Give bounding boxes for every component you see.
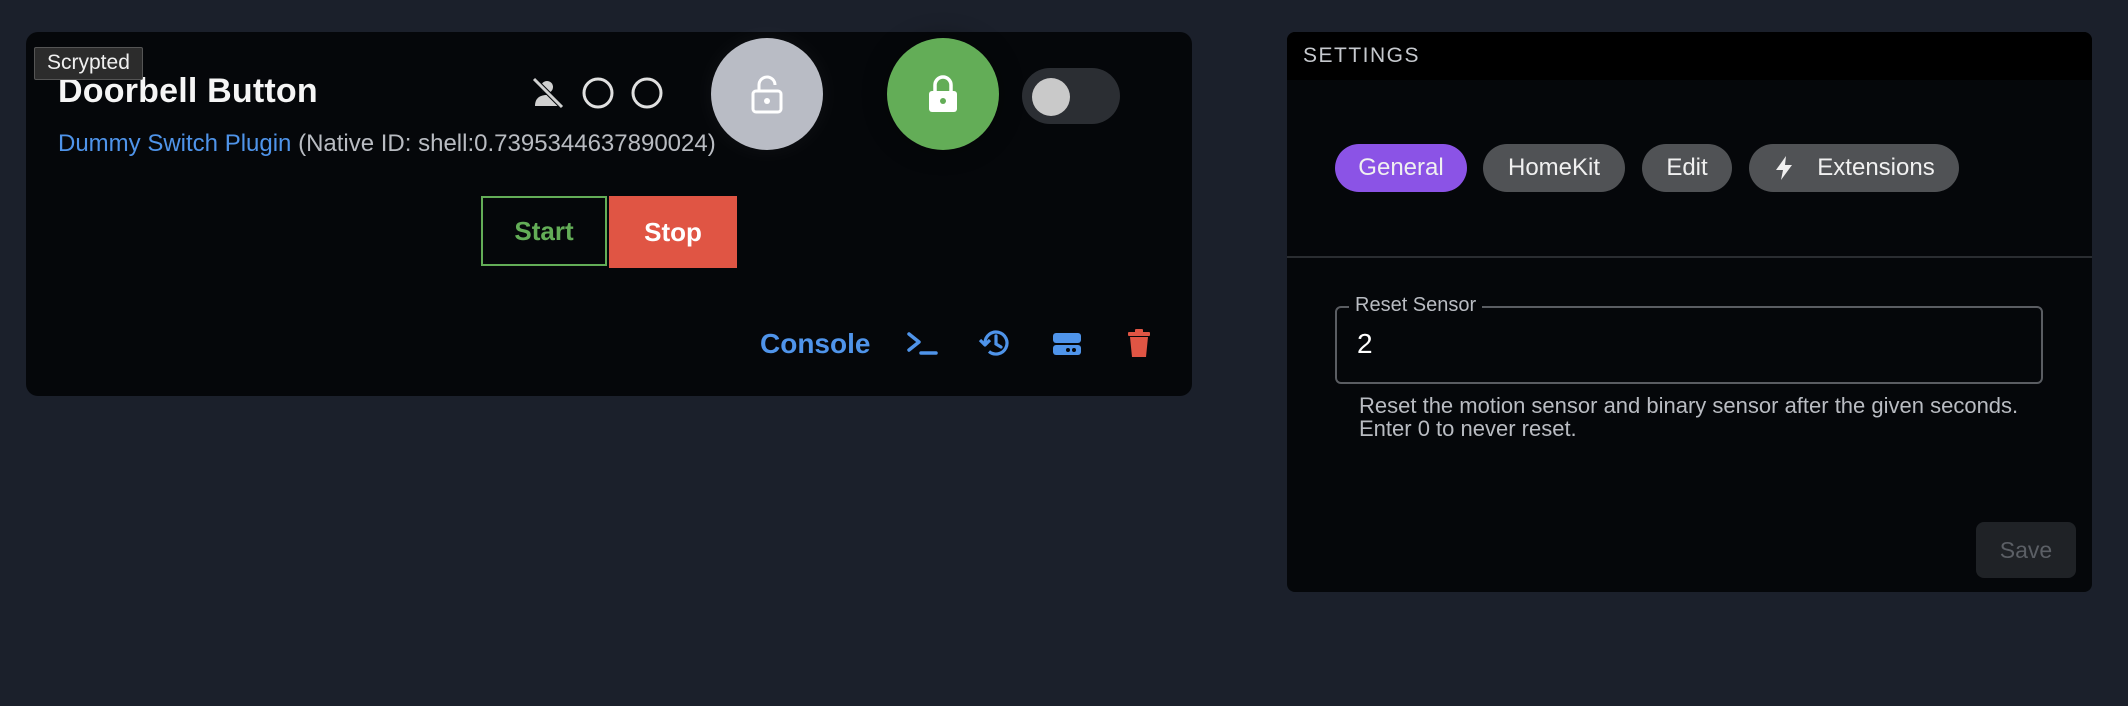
person-off-icon — [532, 77, 564, 109]
tab-homekit[interactable]: HomeKit — [1483, 144, 1625, 192]
reset-sensor-field: Reset Sensor — [1335, 294, 2043, 384]
lock-closed-icon — [929, 75, 957, 112]
field-help-text: Reset the motion sensor and binary senso… — [1359, 393, 2019, 441]
bolt-icon — [1776, 156, 1793, 180]
stop-button[interactable]: Stop — [609, 196, 737, 268]
tab-label: HomeKit — [1507, 154, 1601, 181]
storage-icon[interactable] — [1050, 326, 1084, 360]
circle-outline-icon — [582, 77, 614, 109]
history-icon[interactable] — [978, 326, 1012, 360]
settings-panel: SETTINGS General HomeKit Edit Extensions… — [1287, 32, 2092, 592]
native-id: (Native ID: shell:0.7395344637890024) — [298, 130, 716, 157]
power-toggle[interactable] — [1022, 68, 1120, 124]
tab-general[interactable]: General — [1335, 144, 1467, 192]
device-subtitle: Dummy Switch Plugin (Native ID: shell:0.… — [58, 130, 716, 158]
tab-label: Extensions — [1817, 154, 1935, 181]
toggle-knob — [1032, 78, 1070, 116]
console-button[interactable]: Console — [760, 328, 870, 360]
tooltip: Scrypted — [34, 47, 143, 80]
lock-open-icon — [751, 75, 783, 114]
plugin-link[interactable]: Dummy Switch Plugin — [58, 130, 291, 157]
unlock-button[interactable] — [711, 38, 823, 150]
start-button[interactable]: Start — [481, 196, 607, 266]
terminal-icon[interactable] — [905, 326, 939, 360]
reset-sensor-input[interactable] — [1357, 328, 1997, 360]
trash-icon[interactable] — [1122, 326, 1156, 360]
tab-extensions[interactable]: Extensions — [1749, 144, 1959, 192]
settings-header: SETTINGS — [1287, 32, 2092, 80]
field-label: Reset Sensor — [1349, 294, 1483, 317]
tab-edit[interactable]: Edit — [1642, 144, 1732, 192]
tab-label: General — [1358, 154, 1444, 181]
save-button[interactable]: Save — [1976, 522, 2076, 578]
tab-label: Edit — [1666, 154, 1708, 181]
circle-outline-icon — [631, 77, 663, 109]
divider — [1287, 256, 2092, 258]
lock-button[interactable] — [887, 38, 999, 150]
